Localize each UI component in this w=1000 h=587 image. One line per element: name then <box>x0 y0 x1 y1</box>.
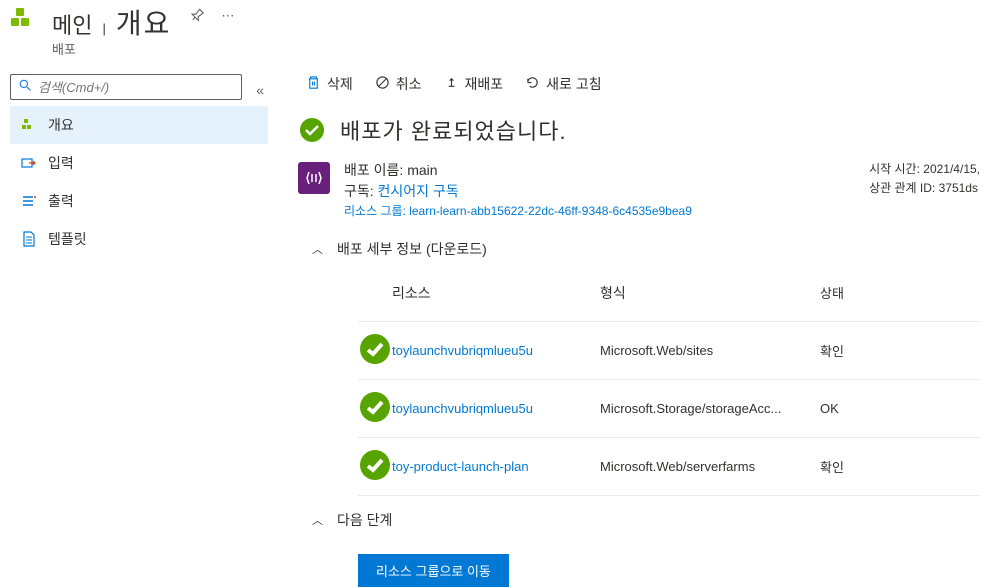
subscription-label: 구독: <box>344 183 374 199</box>
header-title-main: 메인 <box>52 8 92 40</box>
nav-label: 템플릿 <box>48 229 87 249</box>
trash-icon <box>306 75 321 93</box>
nav-item-output[interactable]: 출력 <box>10 182 268 220</box>
success-icon <box>358 412 392 427</box>
resource-state: OK <box>820 401 920 416</box>
cube-icon <box>20 117 38 133</box>
resource-table: 리소스 형식 상태 toylaunchvubriqmlueu5u Microso… <box>358 273 980 496</box>
refresh-button[interactable]: 새로 고침 <box>525 74 601 94</box>
input-icon <box>20 155 38 171</box>
resource-type: Microsoft.Web/serverfarms <box>600 459 820 474</box>
section-title: 다음 단계 <box>337 510 392 530</box>
toolbar: 삭제 취소 재배포 새로 고침 <box>298 70 980 114</box>
nav-label: 입력 <box>48 153 74 173</box>
resource-group-link[interactable]: learn-learn-abb15622-22dc-46ff-9348-6c45… <box>409 204 692 218</box>
deployment-detail: 배포 이름: main 구독: 컨시어지 구독 리소스 그룹: learn-le… <box>298 160 980 219</box>
nav-label: 출력 <box>48 191 74 211</box>
success-icon <box>358 354 392 369</box>
header-divider: | <box>102 21 105 36</box>
resource-link[interactable]: toy-product-launch-plan <box>392 459 529 474</box>
status-row: 배포가 완료되었습니다. <box>298 114 980 146</box>
redeploy-button[interactable]: 재배포 <box>444 74 504 94</box>
correlation-value: 3751ds <box>939 181 978 195</box>
th-state: 상태 <box>820 283 920 303</box>
table-row: toylaunchvubriqmlueu5u Microsoft.Web/sit… <box>358 321 980 379</box>
resource-group-label: 리소스 그룹: <box>344 204 406 218</box>
status-text: 배포가 완료되었습니다. <box>340 114 567 146</box>
nav-item-template[interactable]: 템플릿 <box>10 220 268 258</box>
section-deploy-details[interactable]: ︿ 배포 세부 정보 (다운로드) <box>312 239 980 259</box>
pin-icon[interactable] <box>185 6 207 28</box>
content-area: 삭제 취소 재배포 새로 고침 <box>278 66 1000 571</box>
page-header: 메인 | 개요 배포 ⋯ <box>0 0 1000 66</box>
search-icon <box>19 79 32 95</box>
resource-type: Microsoft.Storage/storageAcc... <box>600 401 820 416</box>
header-title-page: 개요 <box>116 2 172 42</box>
search-box[interactable] <box>10 74 242 100</box>
cancel-button[interactable]: 취소 <box>375 74 422 94</box>
start-time-label: 시작 시간: <box>869 162 920 176</box>
table-row: toylaunchvubriqmlueu5u Microsoft.Storage… <box>358 379 980 437</box>
chevron-up-icon: ︿ <box>312 512 323 528</box>
deploy-name-value: main <box>407 162 437 178</box>
resource-state: 확인 <box>820 457 920 476</box>
search-input[interactable] <box>38 80 233 95</box>
success-icon <box>358 470 392 485</box>
table-row: toy-product-launch-plan Microsoft.Web/se… <box>358 437 980 496</box>
success-icon <box>298 116 326 144</box>
section-next-steps[interactable]: ︿ 다음 단계 <box>312 510 980 530</box>
goto-resource-group-button[interactable]: 리소스 그룹으로 이동 <box>358 554 509 587</box>
download-link[interactable]: (다운로드) <box>426 241 487 257</box>
nav-item-input[interactable]: 입력 <box>10 144 268 182</box>
cancel-icon <box>375 75 390 93</box>
deploy-name-label: 배포 이름: <box>344 162 403 178</box>
nav-item-overview[interactable]: 개요 <box>10 106 268 144</box>
redeploy-icon <box>444 75 459 93</box>
sidebar: « 개요 입력 출력 템플릿 <box>0 66 278 571</box>
start-time-value: 2021/4/15, <box>923 162 980 176</box>
resource-link[interactable]: toylaunchvubriqmlueu5u <box>392 401 533 416</box>
arm-icon <box>298 162 330 194</box>
nav-label: 개요 <box>48 115 74 135</box>
resource-icon <box>10 4 40 34</box>
more-icon[interactable]: ⋯ <box>221 8 236 24</box>
output-icon <box>20 193 38 209</box>
section-title: 배포 세부 정보 <box>337 241 422 257</box>
subscription-link[interactable]: 컨시어지 구독 <box>378 183 459 199</box>
delete-button[interactable]: 삭제 <box>306 74 353 94</box>
th-type: 형식 <box>600 283 820 303</box>
resource-type: Microsoft.Web/sites <box>600 343 820 358</box>
refresh-icon <box>525 75 540 93</box>
template-icon <box>20 231 38 247</box>
chevron-up-icon: ︿ <box>312 241 323 257</box>
th-resource: 리소스 <box>392 283 600 303</box>
resource-link[interactable]: toylaunchvubriqmlueu5u <box>392 343 533 358</box>
correlation-label: 상관 관계 ID: <box>869 181 935 195</box>
resource-state: 확인 <box>820 341 920 360</box>
collapse-sidebar-button[interactable]: « <box>252 82 268 98</box>
